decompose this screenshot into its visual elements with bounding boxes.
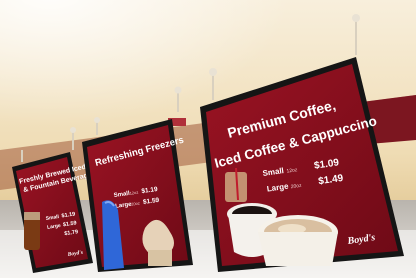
photo-svg: Freshly Brewed Iced Tea & Fountain Bever…	[0, 0, 416, 278]
photo-scene: Freshly Brewed Iced Tea & Fountain Bever…	[0, 0, 416, 278]
cappuccino-cup-image	[258, 215, 338, 266]
menu-board-freezers: Refreshing Freezers Small 12oz $1.19 Lar…	[82, 119, 193, 272]
